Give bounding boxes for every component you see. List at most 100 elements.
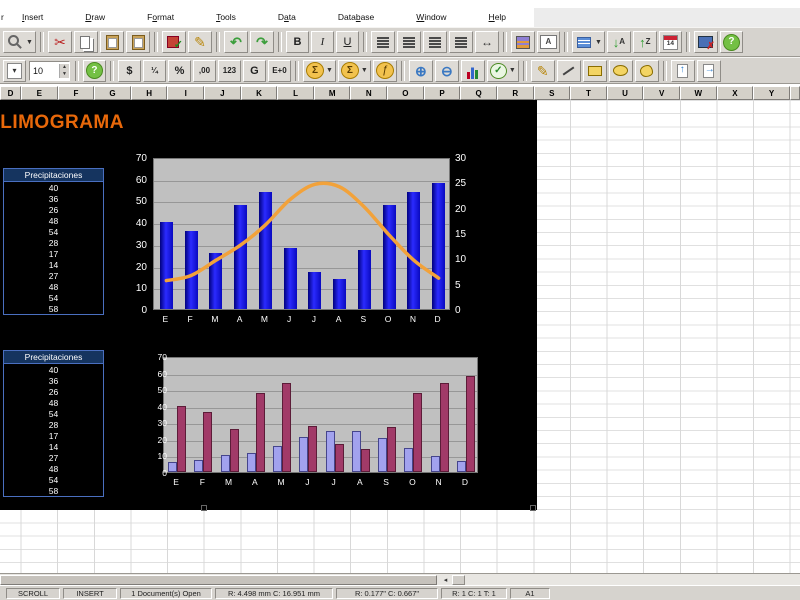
sort-ascending-button[interactable]	[606, 31, 631, 53]
insert-textbox-button[interactable]	[536, 31, 560, 53]
column-header-V[interactable]: V	[643, 86, 680, 100]
column-header-L[interactable]: L	[277, 86, 314, 100]
menu-item-partial[interactable]: r	[0, 8, 8, 27]
y-axis-tick-label: 60	[157, 368, 167, 379]
column-header-S[interactable]: S	[533, 86, 571, 100]
chart-2-bar	[229, 428, 239, 472]
draw-freeform-button[interactable]	[634, 59, 659, 82]
align-center-button[interactable]	[396, 31, 421, 53]
currency-format-button[interactable]: $	[117, 59, 141, 82]
x-axis-category-label: D	[434, 314, 441, 324]
column-header-M[interactable]: M	[313, 86, 351, 100]
menu-item-draw[interactable]: Draw	[71, 8, 119, 27]
scroll-left-arrow-icon[interactable]: ◂	[440, 575, 451, 585]
chart-2-bar	[430, 456, 440, 472]
copy-button[interactable]	[73, 31, 98, 53]
paste-button[interactable]	[99, 31, 124, 53]
menu-item-format[interactable]: Format	[133, 8, 188, 27]
selection-handle-bottom-mid[interactable]	[201, 505, 207, 511]
column-header-G[interactable]: G	[94, 86, 131, 100]
column-header-T[interactable]: T	[570, 86, 607, 100]
column-header-U[interactable]: U	[606, 86, 644, 100]
column-header-F[interactable]: F	[57, 86, 95, 100]
draw-line-button[interactable]	[556, 59, 581, 82]
column-header-N[interactable]: N	[350, 86, 388, 100]
climograma-drawing-object[interactable]: CLIMOGRAMA Precipitaciones40362648542817…	[0, 100, 537, 510]
help-button[interactable]	[719, 31, 743, 53]
fraction-format-button[interactable]: ¼	[142, 59, 166, 82]
function-wizard-button[interactable]	[372, 59, 397, 82]
font-size-input[interactable]: 10 ▲ ▼	[29, 60, 70, 81]
italic-button[interactable]: I	[310, 31, 334, 53]
page-right-export-button[interactable]	[696, 59, 721, 82]
sort-descending-button[interactable]	[632, 31, 657, 53]
edit-pencil-button[interactable]	[187, 31, 212, 53]
column-header-R[interactable]: R	[496, 86, 534, 100]
help-agent-button[interactable]	[82, 59, 106, 82]
x-axis-category-label: J	[311, 314, 317, 324]
align-center-icon	[400, 34, 418, 50]
spinner-down-icon[interactable]: ▼	[60, 70, 69, 78]
menu-item-window[interactable]: Window	[402, 8, 460, 27]
optimal-width-button[interactable]	[474, 31, 499, 53]
y-axis-tick-label: 70	[135, 153, 147, 164]
selection-handle-bottom-right[interactable]	[530, 505, 536, 511]
insert-table-button[interactable]: ▼	[571, 31, 605, 53]
spellcheck-button[interactable]	[161, 31, 186, 53]
align-left-button[interactable]	[370, 31, 395, 53]
undo-button[interactable]	[223, 31, 248, 53]
sheet-area[interactable]: CLIMOGRAMA Precipitaciones40362648542817…	[0, 100, 800, 573]
column-header-W[interactable]: W	[679, 86, 717, 100]
y2-axis-tick-label: 5	[455, 279, 461, 291]
column-header-H[interactable]: H	[130, 86, 168, 100]
column-header-E[interactable]: E	[21, 86, 58, 100]
table-row: 14	[48, 441, 59, 452]
zoom-tool-button[interactable]: ▼	[3, 31, 36, 53]
menu-item-database[interactable]: Database	[324, 8, 388, 27]
zoom-in-button[interactable]	[408, 59, 433, 82]
menu-item-tools[interactable]: Tools	[202, 8, 250, 27]
column-header-J[interactable]: J	[204, 86, 241, 100]
delete-decimal-button[interactable]: ,00	[192, 59, 216, 82]
cut-button[interactable]	[47, 31, 72, 53]
menu-item-data[interactable]: Data	[264, 8, 310, 27]
menu-item-help[interactable]: Help	[475, 8, 520, 27]
column-header-D[interactable]: D	[0, 86, 21, 100]
sum-button[interactable]: ▼	[302, 59, 336, 82]
underline-button[interactable]: U	[335, 31, 359, 53]
column-header-K[interactable]: K	[240, 86, 278, 100]
draw-ellipse-button[interactable]	[608, 59, 633, 82]
align-justify-icon	[452, 34, 470, 50]
insert-frame-button[interactable]	[510, 31, 535, 53]
standard-format-button[interactable]: G	[242, 59, 266, 82]
chart-2-bar	[177, 405, 187, 472]
column-header-P[interactable]: P	[423, 86, 461, 100]
insert-date-button[interactable]	[658, 31, 682, 53]
font-name-combo-button[interactable]	[3, 59, 26, 82]
bold-button[interactable]: B	[285, 31, 309, 53]
draw-rectangle-button[interactable]	[582, 59, 607, 82]
validity-button[interactable]: ▼	[486, 59, 519, 82]
column-header-O[interactable]: O	[387, 86, 424, 100]
column-header-Y[interactable]: Y	[753, 86, 790, 100]
redo-button[interactable]	[249, 31, 274, 53]
horizontal-scrollbar-thumb[interactable]	[0, 575, 437, 585]
cancel-screen-button[interactable]	[693, 31, 718, 53]
scientific-format-button[interactable]: E+0	[267, 59, 291, 82]
column-header-X[interactable]: X	[716, 86, 754, 100]
menu-item-insert[interactable]: Insert	[8, 8, 57, 27]
align-right-button[interactable]	[422, 31, 447, 53]
align-justify-button[interactable]	[448, 31, 473, 53]
column-header-Q[interactable]: Q	[460, 86, 497, 100]
number-format-button[interactable]: 123	[217, 59, 241, 82]
autosum-button[interactable]: ▼	[337, 59, 371, 82]
column-header-I[interactable]: I	[167, 86, 205, 100]
spinner-up-icon[interactable]: ▲	[60, 63, 69, 71]
draw-pencil-button[interactable]	[530, 59, 555, 82]
page-up-export-button[interactable]	[670, 59, 695, 82]
paste-special-button[interactable]	[125, 31, 150, 53]
percent-format-button[interactable]: %	[167, 59, 191, 82]
insert-chart-button[interactable]	[460, 59, 485, 82]
font-size-spinner[interactable]: ▲ ▼	[59, 63, 69, 78]
zoom-out-button[interactable]	[434, 59, 459, 82]
